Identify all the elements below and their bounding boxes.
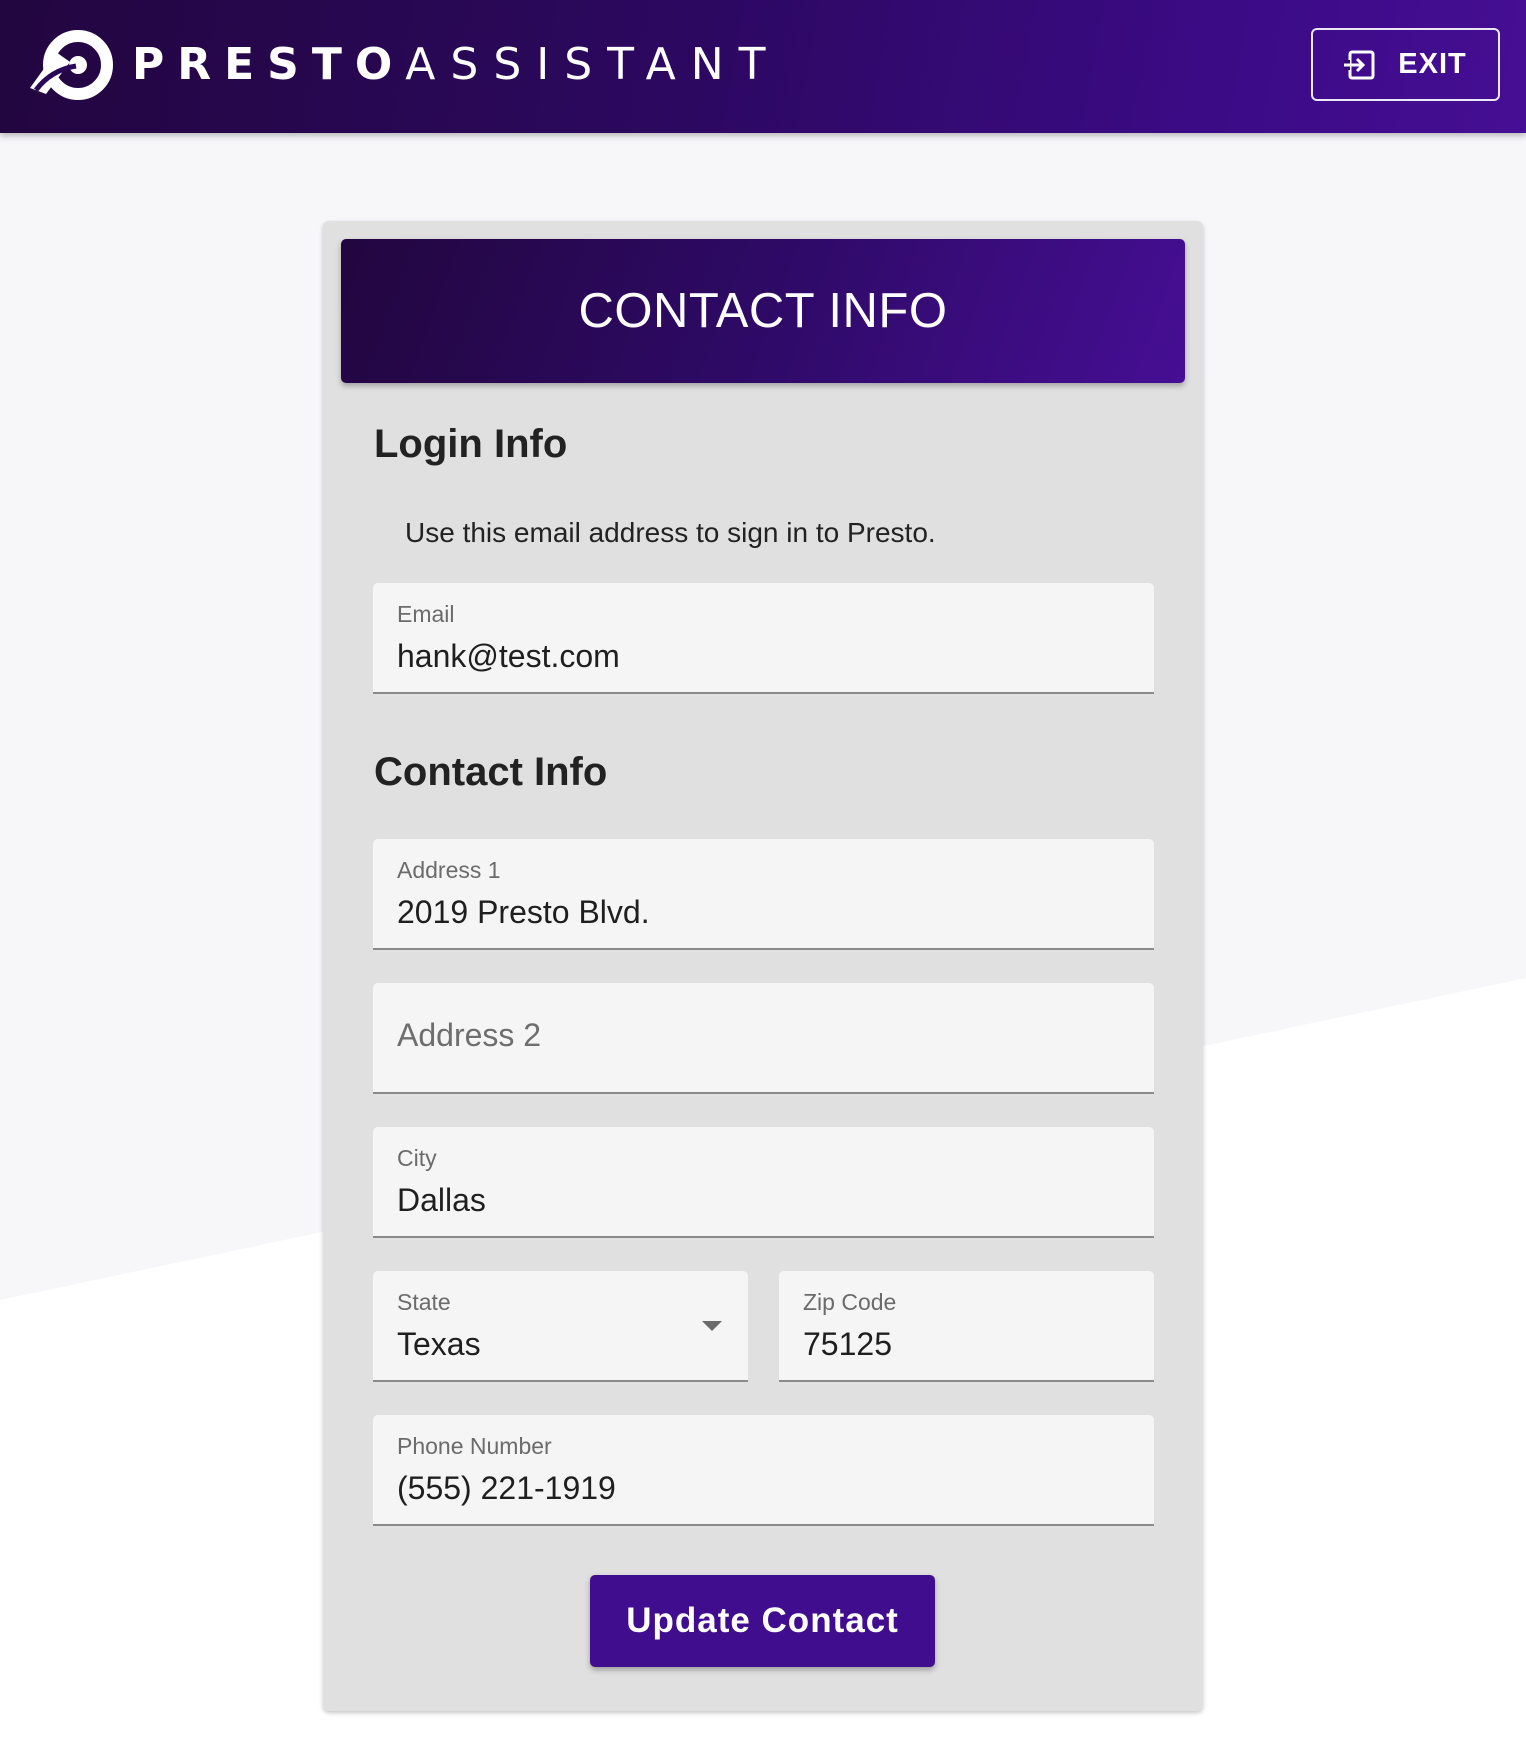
- caret-down-icon: [702, 1321, 722, 1331]
- brand-wordmark: PRESTOASSISTANT: [132, 30, 781, 100]
- city-label: City: [397, 1145, 437, 1171]
- login-hint: Use this email address to sign in to Pre…: [405, 517, 936, 548]
- phone-number-label: Phone Number: [397, 1433, 552, 1459]
- contact-info-heading: Contact Info: [374, 750, 608, 794]
- brand-wordmark-light: ASSISTANT: [405, 39, 781, 90]
- city-field[interactable]: City Dallas: [373, 1127, 1154, 1238]
- brand-logo[interactable]: PRESTOASSISTANT: [26, 30, 781, 100]
- address2-field[interactable]: Address 2: [373, 983, 1154, 1094]
- address1-field[interactable]: Address 1 2019 Presto Blvd.: [373, 839, 1154, 950]
- login-info-heading: Login Info: [374, 422, 568, 466]
- address1-label: Address 1: [397, 857, 501, 883]
- zip-code-field[interactable]: Zip Code 75125: [779, 1271, 1154, 1382]
- brand-wordmark-bold: PRESTO: [132, 39, 406, 90]
- update-contact-button[interactable]: Update Contact: [590, 1575, 935, 1667]
- email-label: Email: [397, 601, 455, 627]
- zip-code-value: 75125: [803, 1326, 892, 1362]
- presto-logo-icon: [30, 30, 113, 100]
- exit-door-icon: [1344, 50, 1375, 79]
- exit-label: EXIT: [1398, 48, 1467, 80]
- email-value: hank@test.com: [397, 638, 620, 674]
- exit-button[interactable]: EXIT: [1311, 28, 1500, 101]
- zip-code-label: Zip Code: [803, 1289, 897, 1315]
- address1-value: 2019 Presto Blvd.: [397, 894, 650, 930]
- contact-card: CONTACT INFO Login Info Use this email a…: [323, 221, 1203, 1711]
- state-select[interactable]: State Texas: [373, 1271, 748, 1382]
- state-label: State: [397, 1289, 451, 1315]
- address2-placeholder: Address 2: [397, 1017, 542, 1053]
- phone-number-field[interactable]: Phone Number (555) 221-1919: [373, 1415, 1154, 1526]
- city-value: Dallas: [397, 1182, 486, 1218]
- card-title: CONTACT INFO: [341, 239, 1185, 383]
- email-field[interactable]: Email hank@test.com: [373, 583, 1154, 694]
- phone-number-value: (555) 221-1919: [397, 1470, 616, 1506]
- state-value: Texas: [397, 1326, 481, 1362]
- top-app-bar: PRESTOASSISTANT EXIT: [0, 0, 1526, 133]
